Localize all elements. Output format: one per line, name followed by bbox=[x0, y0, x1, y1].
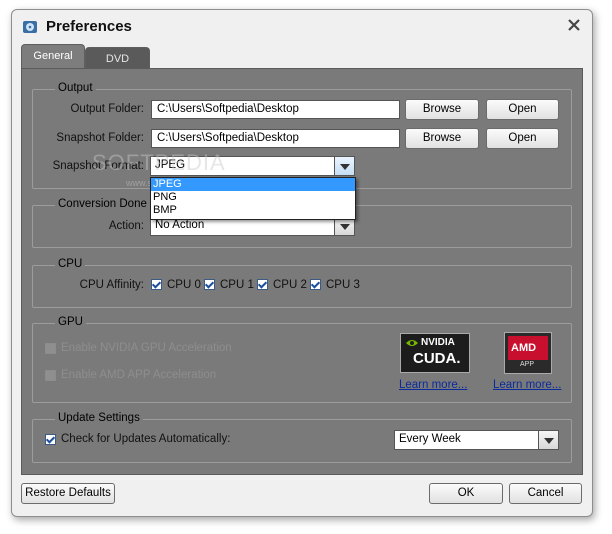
chevron-down-icon[interactable] bbox=[538, 430, 559, 450]
update-label: Check for Updates Automatically: bbox=[61, 433, 231, 445]
app-logo-text: APP bbox=[520, 361, 535, 368]
gpu-group-title: GPU bbox=[55, 316, 86, 328]
action-label: Action: bbox=[108, 220, 144, 232]
cpu0-label: CPU 0 bbox=[167, 279, 201, 291]
close-icon[interactable] bbox=[566, 17, 582, 33]
action-value: No Action bbox=[155, 219, 205, 231]
amd-logo-text: AMD bbox=[511, 342, 537, 354]
output-group-title: Output bbox=[55, 82, 96, 94]
nvidia-logo-text: NVIDIA bbox=[421, 337, 455, 348]
cpu3-checkbox[interactable] bbox=[310, 279, 321, 290]
nvidia-checkbox[interactable] bbox=[45, 343, 56, 354]
amd-checkbox[interactable] bbox=[45, 370, 56, 381]
cpu3-label: CPU 3 bbox=[326, 279, 360, 291]
output-folder-field[interactable]: C:\Users\Softpedia\Desktop bbox=[151, 100, 400, 119]
dropdown-option-png[interactable]: PNG bbox=[151, 191, 355, 204]
nvidia-eye-icon bbox=[406, 340, 418, 346]
output-browse-button[interactable]: Browse bbox=[405, 99, 479, 120]
conversion-group-title: Conversion Done bbox=[55, 198, 150, 210]
output-folder-label: Output Folder: bbox=[70, 103, 144, 115]
cpu-affinity-label: CPU Affinity: bbox=[79, 279, 144, 291]
ok-button[interactable]: OK bbox=[429, 483, 503, 504]
snapshot-open-button[interactable]: Open bbox=[486, 128, 559, 149]
disc-app-icon bbox=[23, 21, 37, 33]
chevron-down-icon[interactable] bbox=[334, 156, 355, 176]
window-title: Preferences bbox=[46, 18, 132, 35]
cpu0-checkbox[interactable] bbox=[151, 279, 162, 290]
cancel-button[interactable]: Cancel bbox=[509, 483, 582, 504]
dropdown-option-bmp[interactable]: BMP bbox=[151, 204, 355, 217]
cpu2-checkbox[interactable] bbox=[257, 279, 268, 290]
cpu2-label: CPU 2 bbox=[273, 279, 307, 291]
amd-learn-more-link[interactable]: Learn more... bbox=[493, 379, 561, 391]
update-group-title: Update Settings bbox=[55, 412, 143, 424]
cpu1-label: CPU 1 bbox=[220, 279, 254, 291]
nvidia-label: Enable NVIDIA GPU Acceleration bbox=[61, 342, 232, 354]
tab-dvd[interactable]: DVD bbox=[85, 47, 150, 69]
cpu-group-title: CPU bbox=[55, 258, 86, 270]
update-checkbox[interactable] bbox=[45, 434, 56, 445]
snapshot-folder-label: Snapshot Folder: bbox=[56, 132, 144, 144]
snapshot-browse-button[interactable]: Browse bbox=[405, 128, 479, 149]
restore-defaults-button[interactable]: Restore Defaults bbox=[21, 483, 115, 504]
tab-general[interactable]: General bbox=[21, 44, 85, 69]
update-frequency-value: Every Week bbox=[399, 433, 461, 445]
update-frequency-select[interactable]: Every Week bbox=[394, 430, 559, 450]
snapshot-format-dropdown: JPEG PNG BMP bbox=[150, 177, 356, 220]
nvidia-cuda-logo: NVIDIA CUDA. bbox=[400, 333, 470, 373]
output-open-button[interactable]: Open bbox=[486, 99, 559, 120]
amd-app-logo: AMD APP bbox=[504, 332, 552, 374]
snapshot-folder-field[interactable]: C:\Users\Softpedia\Desktop bbox=[151, 129, 400, 148]
gpu-group bbox=[32, 323, 572, 403]
amd-label: Enable AMD APP Acceleration bbox=[61, 369, 217, 381]
dropdown-option-jpeg[interactable]: JPEG bbox=[151, 178, 355, 191]
softpedia-watermark: SOFTPEDIA bbox=[92, 150, 226, 175]
cpu1-checkbox[interactable] bbox=[204, 279, 215, 290]
cuda-logo-text: CUDA. bbox=[413, 350, 461, 367]
nvidia-learn-more-link[interactable]: Learn more... bbox=[399, 379, 467, 391]
